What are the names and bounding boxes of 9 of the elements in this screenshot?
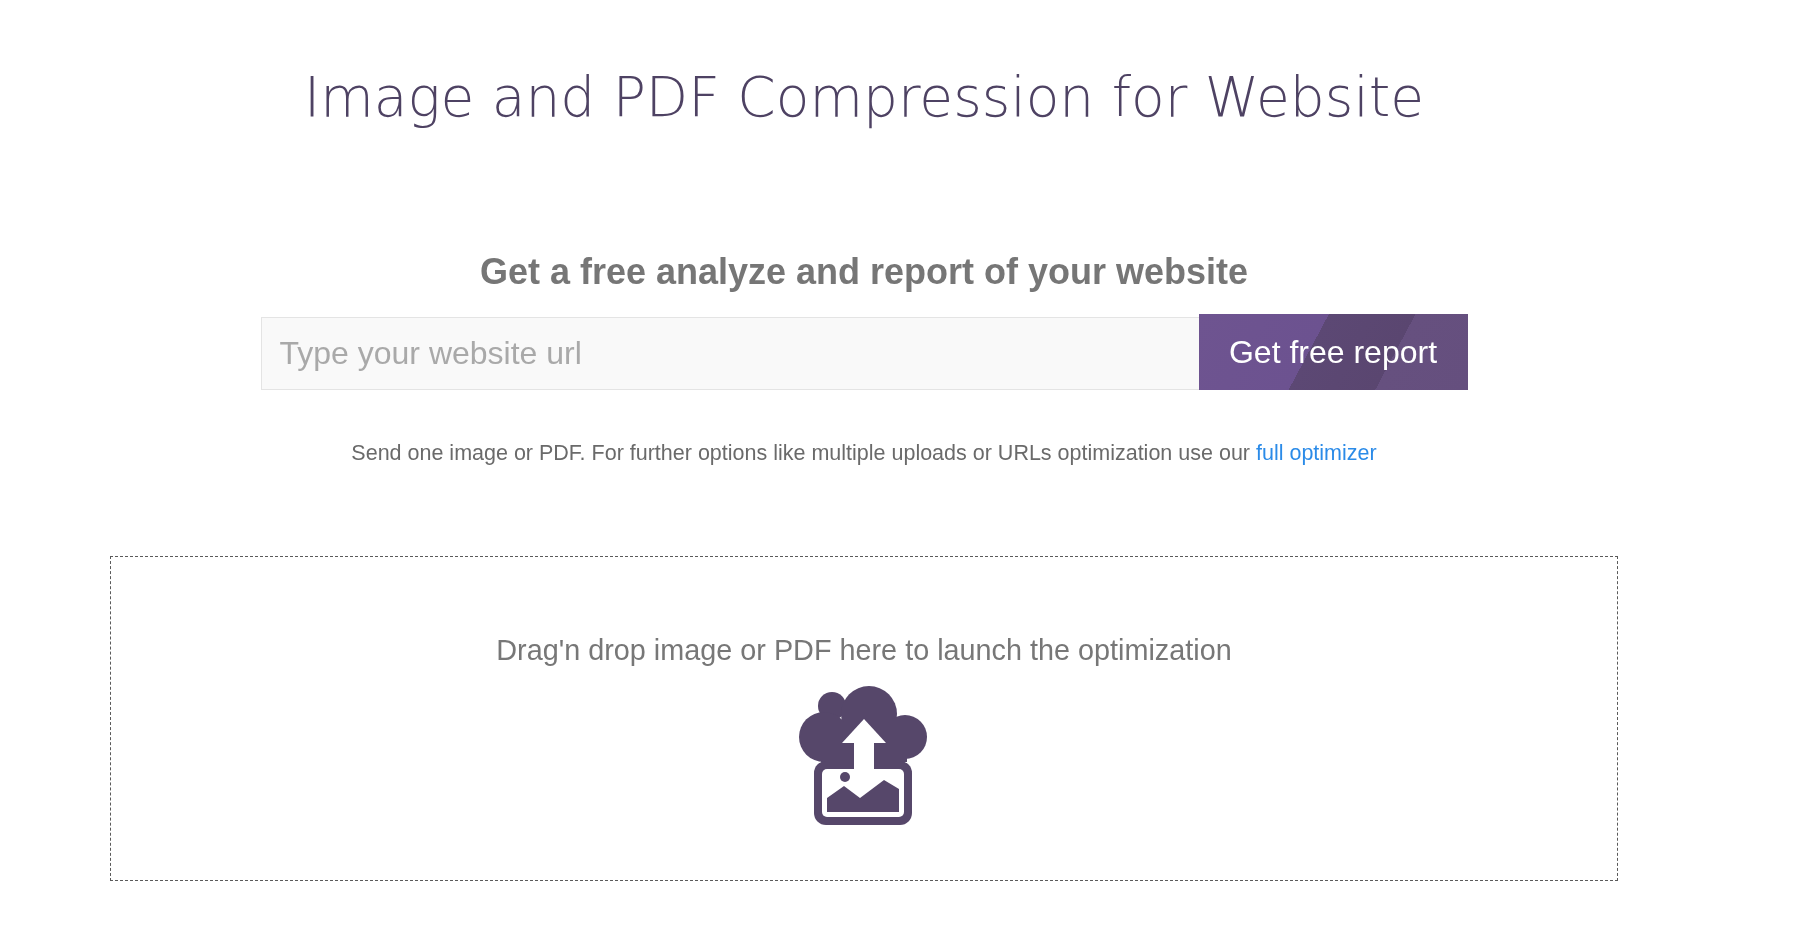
get-report-button[interactable]: Get free report <box>1198 314 1468 390</box>
report-heading: Get a free analyze and report of your website <box>479 250 1249 294</box>
page-title: Image and PDF Compression for Website <box>303 64 1425 131</box>
upload-note: Send one image or PDF. For further options like multiple uploads or URLs optimization use our full optimizer <box>351 440 1377 466</box>
file-drop-zone[interactable]: Drag'n drop image or PDF here to launch the optimization <box>110 556 1618 881</box>
url-input-field[interactable]: Type your website url <box>260 317 1199 390</box>
drop-zone-text: Drag'n drop image or PDF here to launch the optimization <box>496 633 1232 667</box>
full-optimizer-link[interactable]: full optimizer <box>1256 441 1377 465</box>
cloud-upload-image-icon <box>799 686 929 825</box>
